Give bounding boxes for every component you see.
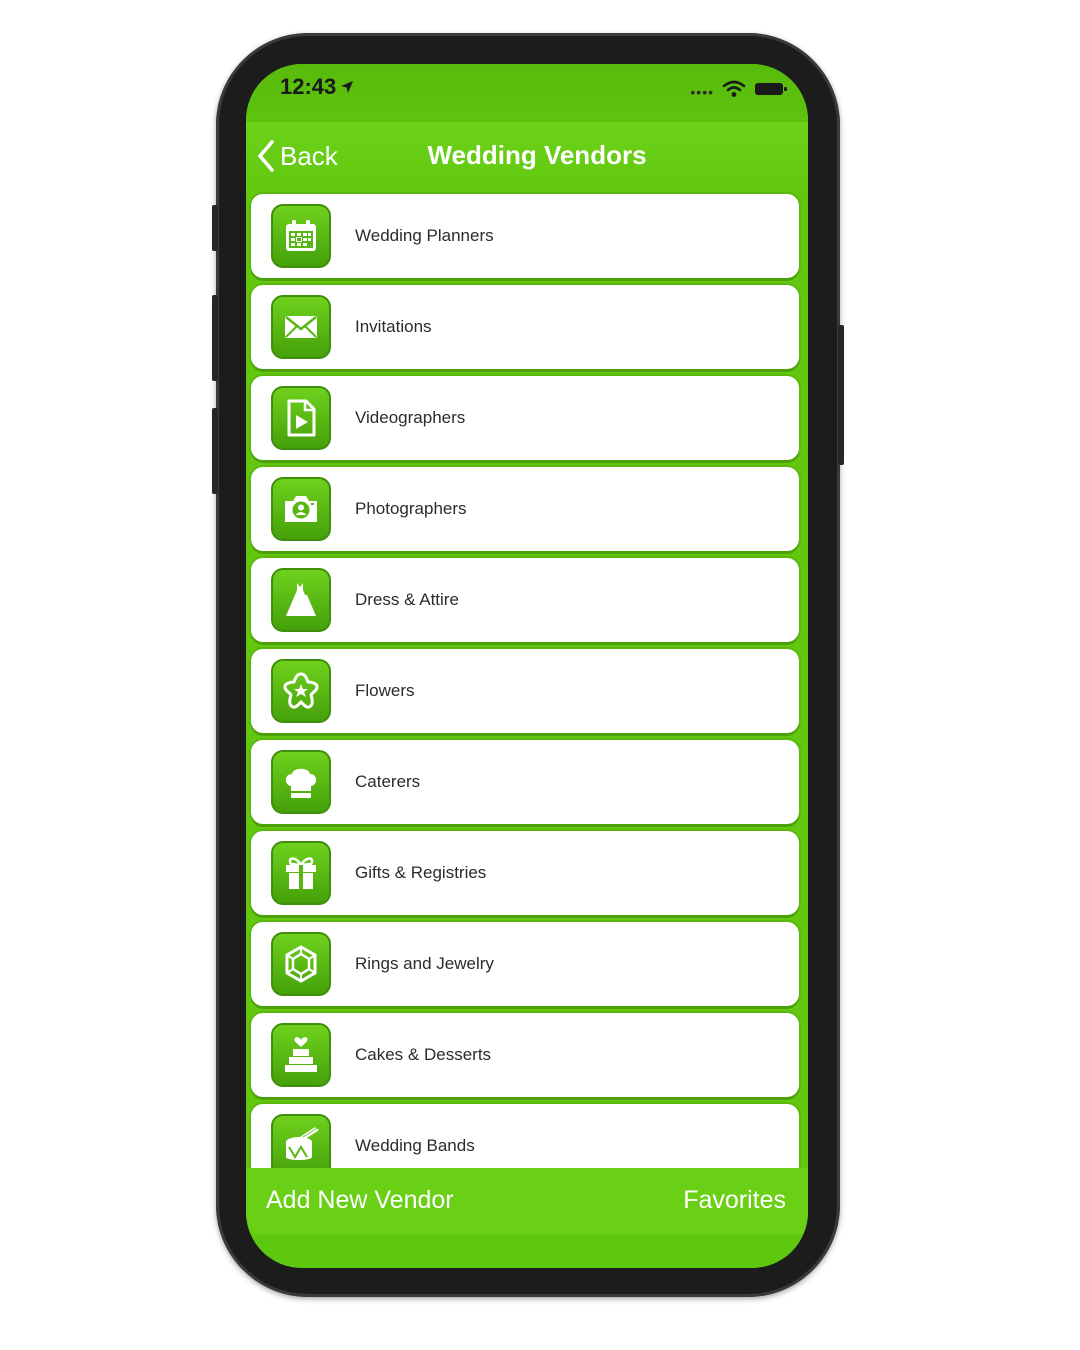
gift-icon — [271, 841, 331, 905]
envelope-icon — [271, 295, 331, 359]
status-time-text: 12:43 — [280, 74, 337, 99]
vendor-row-cakes-desserts[interactable]: Cakes & Desserts — [251, 1013, 799, 1097]
volume-up-button — [212, 295, 218, 381]
camera-icon — [271, 477, 331, 541]
vendor-row-dress-attire[interactable]: Dress & Attire — [251, 558, 799, 642]
add-new-vendor-button[interactable]: Add New Vendor — [266, 1186, 454, 1215]
navigation-bar: Back Wedding Vendors — [246, 122, 808, 190]
vendor-row-wedding-planners[interactable]: Wedding Planners — [251, 194, 799, 278]
vendor-row-photographers[interactable]: Photographers — [251, 467, 799, 551]
vendor-row-invitations[interactable]: Invitations — [251, 285, 799, 369]
vendor-row-rings-jewelry[interactable]: Rings and Jewelry — [251, 922, 799, 1006]
gem-icon — [271, 932, 331, 996]
calendar-icon — [271, 204, 331, 268]
vendor-label: Videographers — [355, 408, 466, 427]
status-time: 12:43 — [280, 74, 354, 100]
status-bar: 12:43 •••• — [246, 64, 808, 122]
power-button — [838, 325, 844, 465]
vendor-label: Wedding Planners — [355, 226, 494, 245]
location-arrow-icon — [341, 81, 354, 93]
vendor-label: Rings and Jewelry — [355, 954, 494, 973]
vendor-label: Cakes & Desserts — [355, 1045, 492, 1064]
mute-switch — [212, 205, 218, 251]
vendor-label: Gifts & Registries — [355, 863, 487, 882]
favorites-button[interactable]: Favorites — [683, 1186, 786, 1215]
vendor-row-videographers[interactable]: Videographers — [251, 376, 799, 460]
vendor-row-flowers[interactable]: Flowers — [251, 649, 799, 733]
page-title: Wedding Vendors — [427, 140, 647, 170]
app-screen: 12:43 •••• Back Wedding Vendors Wedding … — [246, 64, 808, 1268]
battery-icon — [755, 83, 787, 95]
status-icons: •••• — [690, 80, 788, 100]
bottom-toolbar: Add New Vendor Favorites — [246, 1168, 808, 1234]
chef-hat-icon — [271, 750, 331, 814]
cake-icon — [271, 1023, 331, 1087]
signal-dots-icon: •••• — [690, 84, 714, 100]
dress-icon — [271, 568, 331, 632]
flower-icon — [271, 659, 331, 723]
home-indicator-area — [246, 1234, 808, 1268]
vendor-row-gifts-registries[interactable]: Gifts & Registries — [251, 831, 799, 915]
vendor-label: Wedding Bands — [355, 1136, 475, 1155]
vendor-list: Wedding Planners Invitations Videographe… — [246, 192, 808, 1168]
volume-down-button — [212, 408, 218, 494]
vendor-label: Caterers — [355, 772, 421, 791]
video-file-icon — [271, 386, 331, 450]
vendor-label: Flowers — [355, 681, 415, 700]
drum-icon — [271, 1114, 331, 1168]
vendor-label: Dress & Attire — [355, 590, 459, 609]
vendor-label: Photographers — [355, 499, 467, 518]
wifi-icon — [722, 80, 746, 97]
vendor-row-wedding-bands[interactable]: Wedding Bands — [251, 1104, 799, 1168]
vendor-label: Invitations — [355, 317, 432, 336]
vendor-row-caterers[interactable]: Caterers — [251, 740, 799, 824]
